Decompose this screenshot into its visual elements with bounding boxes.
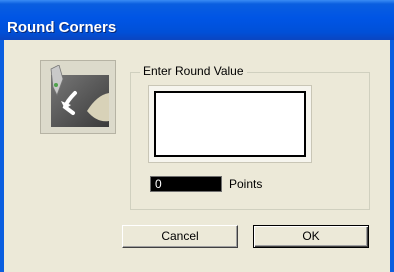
window-frame-left [0,40,4,272]
cancel-button[interactable]: Cancel [122,225,238,248]
window-title: Round Corners [7,19,117,36]
window-frame-right [390,40,394,272]
ok-button[interactable]: OK [253,225,369,248]
points-label: Points [229,177,263,191]
corner-preview [154,91,306,157]
round-value-input[interactable]: 0 [150,176,222,192]
round-corners-icon [40,60,116,134]
group-label: Enter Round Value [140,64,247,78]
title-bar[interactable]: Round Corners [0,0,394,40]
